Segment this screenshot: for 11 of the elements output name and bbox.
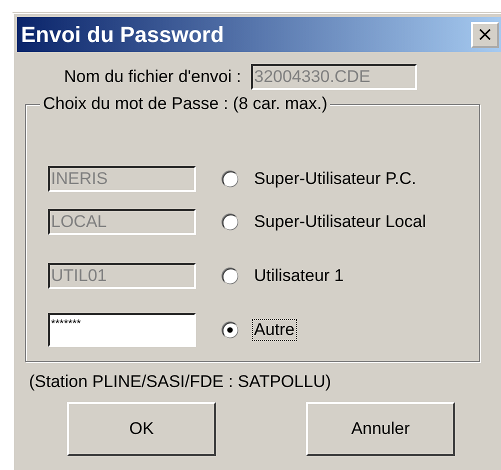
close-button[interactable] (471, 22, 499, 48)
radio-button[interactable] (221, 321, 239, 339)
cancel-button[interactable]: Annuler (306, 402, 455, 456)
close-icon (479, 29, 491, 40)
window-title: Envoi du Password (20, 22, 224, 48)
station-note: (Station PLINE/SASI/FDE : SATPOLLU) (29, 372, 332, 392)
ok-button[interactable]: OK (67, 402, 216, 456)
group-legend: Choix du mot de Passe : (8 car. max.) (40, 94, 330, 114)
field-label: Nom du fichier d'envoi : (64, 67, 242, 87)
radio-label[interactable]: Autre (252, 319, 297, 341)
input-field[interactable]: ******* (48, 313, 196, 347)
